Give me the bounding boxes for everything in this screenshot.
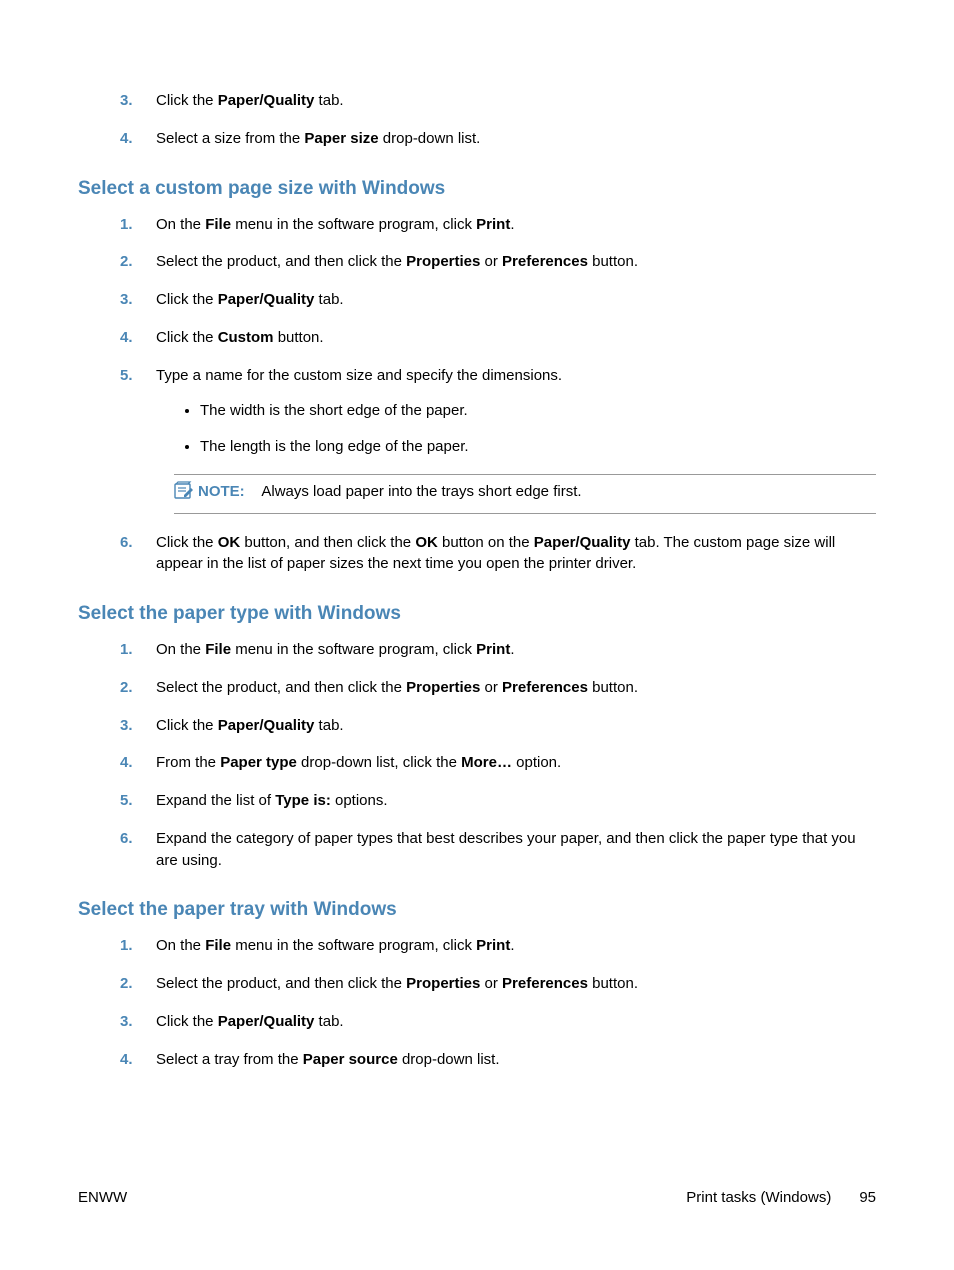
step-item: 2.Select the product, and then click the… [156,973,876,995]
step-text: On the File menu in the software program… [156,641,515,658]
note-label: NOTE: [198,483,245,500]
step-text: Select the product, and then click the P… [156,253,638,270]
step-number: 4. [120,1049,133,1071]
step-text: Type a name for the custom size and spec… [156,367,562,384]
step-text: Expand the category of paper types that … [156,830,856,869]
step-number: 4. [120,327,133,349]
sub-list-item: The length is the long edge of the paper… [200,436,876,458]
note-text [249,483,262,500]
footer-section-label: Print tasks (Windows) [686,1189,831,1206]
step-number: 1. [120,214,133,236]
section-heading: Select the paper type with Windows [78,603,876,625]
steps-list: 1. On the File menu in the software progr… [78,214,876,458]
step-text: On the File menu in the software program… [156,937,515,954]
step-item: 4.Select a size from the Paper size drop… [156,128,876,150]
step-item: 4.Click the Custom button. [156,327,876,349]
footer-left: ENWW [78,1189,127,1206]
section-heading: Select a custom page size with Windows [78,178,876,200]
step-text: Click the Paper/Quality tab. [156,291,344,308]
note-content: NOTE: Always load paper into the trays s… [198,481,876,503]
step-item: 6.Expand the category of paper types tha… [156,828,876,872]
step-number: 6. [120,532,133,554]
step-number: 5. [120,365,133,387]
step-text: Select the product, and then click the P… [156,679,638,696]
note-box: NOTE: Always load paper into the trays s… [174,474,876,514]
step-text: Click the Paper/Quality tab. [156,717,344,734]
step-text: On the File menu in the software program… [156,216,515,233]
step-item: 5.Expand the list of Type is: options. [156,790,876,812]
steps-list: 1. On the File menu in the software progr… [78,935,876,1070]
step-item: 1.On the File menu in the software progr… [156,935,876,957]
step-item: 1.On the File menu in the software progr… [156,214,876,236]
step-number: 3. [120,289,133,311]
note-body: Always load paper into the trays short e… [261,483,581,500]
step-number: 4. [120,128,133,150]
step-text: Click the OK button, and then click the … [156,534,835,573]
step-number: 3. [120,90,133,112]
steps-list: 6. Click the OK button, and then click th… [78,532,876,576]
step-text: From the Paper type drop-down list, clic… [156,754,561,771]
steps-list-continuation: 3.Click the Paper/Quality tab.4.Select a… [78,90,876,150]
step-number: 5. [120,790,133,812]
footer-page-number: 95 [859,1189,876,1206]
document-page: 3.Click the Paper/Quality tab.4.Select a… [0,0,954,1270]
step-text: Expand the list of Type is: options. [156,792,388,809]
section-heading: Select the paper tray with Windows [78,899,876,921]
step-item: 3.Click the Paper/Quality tab. [156,1011,876,1033]
steps-list: 1. On the File menu in the software progr… [78,639,876,871]
step-item: 4.From the Paper type drop-down list, cl… [156,752,876,774]
step-text: Select a tray from the Paper source drop… [156,1051,500,1068]
step-item: 1.On the File menu in the software progr… [156,639,876,661]
step-number: 4. [120,752,133,774]
step-number: 6. [120,828,133,850]
step-item: 6.Click the OK button, and then click th… [156,532,876,576]
step-number: 2. [120,677,133,699]
step-item: 4.Select a tray from the Paper source dr… [156,1049,876,1071]
step-item: 2.Select the product, and then click the… [156,251,876,273]
step-number: 1. [120,639,133,661]
note-icon [174,481,194,503]
step-text: Click the Paper/Quality tab. [156,1013,344,1030]
step-item: 3.Click the Paper/Quality tab. [156,715,876,737]
step-text: Select the product, and then click the P… [156,975,638,992]
sub-list: The width is the short edge of the paper… [156,400,876,458]
step-number: 2. [120,251,133,273]
step-text: Select a size from the Paper size drop-d… [156,130,480,147]
step-number: 1. [120,935,133,957]
step-item: 2.Select the product, and then click the… [156,677,876,699]
step-text: Click the Custom button. [156,329,324,346]
page-footer: ENWW Print tasks (Windows) 95 [78,1189,876,1206]
step-number: 3. [120,1011,133,1033]
sub-list-item: The width is the short edge of the paper… [200,400,876,422]
step-text: Click the Paper/Quality tab. [156,92,344,109]
step-number: 2. [120,973,133,995]
step-item: 3.Click the Paper/Quality tab. [156,289,876,311]
step-item: 5.Type a name for the custom size and sp… [156,365,876,458]
step-number: 3. [120,715,133,737]
step-item: 3.Click the Paper/Quality tab. [156,90,876,112]
